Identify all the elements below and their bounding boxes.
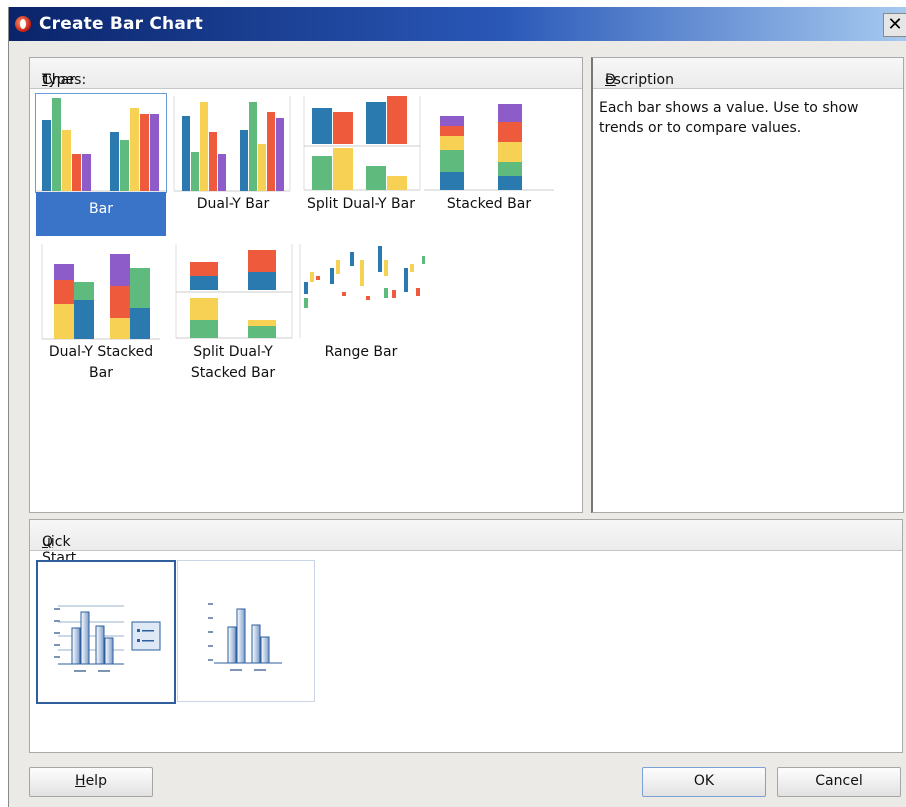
help-label: elp	[85, 773, 107, 789]
close-button[interactable]: ✕	[883, 13, 906, 37]
app-logo-icon	[15, 16, 31, 32]
chart-type-split-dual-y-stacked-bar[interactable]: Split Dual-Y Stacked Bar	[168, 242, 298, 388]
chart-types-panel: Char t Types: Bar Dual-Y Bar Split Dual-…	[29, 57, 583, 513]
bar-chart-thumbnail	[35, 93, 167, 193]
chart-type-split-dual-y-bar[interactable]: Split Dual-Y Bar	[296, 94, 426, 240]
dialog-title: Create Bar Chart	[39, 14, 203, 34]
help-mnemonic: H	[75, 773, 86, 789]
range-bar-thumbnail	[296, 242, 426, 340]
layout-with-legend-icon	[54, 605, 161, 672]
cancel-button[interactable]: Cancel	[777, 767, 901, 797]
chart-type-label: Split Dual-Y Stacked Bar	[190, 344, 276, 381]
chart-type-label: Bar	[36, 192, 166, 236]
split-dual-y-stacked-bar-thumbnail-graphic	[175, 244, 293, 339]
split-dual-y-stacked-bar-thumbnail	[168, 242, 298, 340]
description-header-label: escription	[605, 72, 674, 88]
chart-type-dual-y-stacked-bar[interactable]: Dual-Y Stacked Bar	[36, 242, 166, 388]
chart-type-label: Range Bar	[324, 344, 398, 360]
layout-no-legend-icon	[208, 603, 282, 671]
dual-y-stacked-bar-thumbnail	[36, 242, 166, 340]
help-button[interactable]: Help	[29, 767, 153, 797]
chart-type-label: Stacked Bar	[446, 196, 532, 212]
range-bar-thumbnail-graphic	[299, 244, 425, 338]
stacked-bar-thumbnail-graphic	[424, 104, 554, 191]
dual-y-bar-thumbnail-graphic	[173, 96, 291, 192]
chart-type-label: Dual-Y Stacked Bar	[48, 344, 154, 381]
chart-type-label: Dual-Y Bar	[196, 196, 270, 212]
ok-button[interactable]: OK	[642, 767, 766, 797]
quick-start-layouts-panel: Quick Start Layouts:	[29, 519, 903, 753]
split-dual-y-bar-thumbnail-graphic	[303, 96, 421, 191]
bar-thumbnail-graphic	[36, 98, 166, 192]
chart-types-header: Char t Types:	[30, 58, 582, 89]
title-bar: Create Bar Chart ✕	[9, 7, 906, 41]
chart-type-stacked-bar[interactable]: Stacked Bar	[424, 94, 554, 240]
split-dual-y-bar-thumbnail	[296, 94, 426, 192]
chart-type-label: Split Dual-Y Bar	[307, 196, 415, 212]
layout-no-legend[interactable]	[177, 560, 315, 702]
dual-y-stacked-bar-thumbnail-graphic	[41, 244, 160, 340]
chart-types-header-suffix: Types:	[42, 72, 87, 88]
chart-type-bar[interactable]: Bar	[35, 93, 167, 240]
description-text: Each bar shows a value. Use to show tren…	[599, 100, 859, 136]
create-bar-chart-dialog: Create Bar Chart ✕ Char t Types: Bar Dua…	[8, 7, 906, 807]
description-panel: Description Each bar shows a value. Use …	[591, 57, 904, 513]
chart-type-dual-y-bar[interactable]: Dual-Y Bar	[168, 94, 298, 240]
chart-type-range-bar[interactable]: Range Bar	[296, 242, 426, 388]
description-header: Description	[593, 58, 903, 89]
stacked-bar-thumbnail	[424, 94, 554, 192]
layout-with-legend[interactable]	[36, 560, 176, 704]
quick-start-header: Quick Start Layouts:	[30, 520, 902, 582]
dual-y-bar-thumbnail	[168, 94, 298, 192]
